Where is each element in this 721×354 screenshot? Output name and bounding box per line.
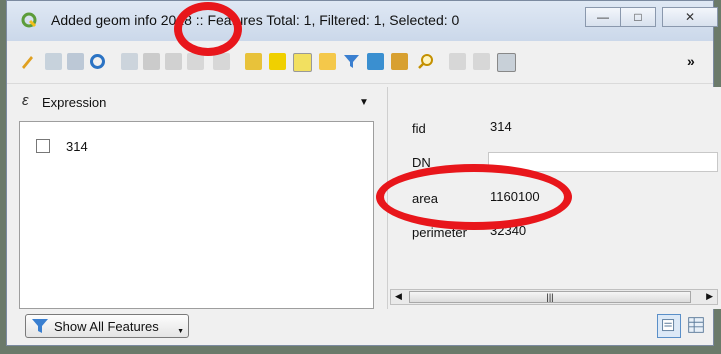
pan-to-icon[interactable] — [391, 53, 408, 70]
annotation-circle-area — [376, 164, 572, 230]
chevron-down-icon: ▼ — [177, 328, 184, 335]
form-row-fid: fid 314 — [412, 117, 512, 139]
field-value-fid[interactable]: 314 — [488, 118, 718, 138]
close-button[interactable]: ✕ — [662, 7, 718, 27]
attribute-table-window: Added geom info 2018 :: Features Total: … — [6, 0, 721, 346]
move-top-icon[interactable] — [367, 53, 384, 70]
feature-checkbox[interactable] — [36, 139, 50, 153]
close-icon: ✕ — [684, 10, 696, 24]
scroll-left-icon[interactable]: ◀ — [395, 291, 402, 302]
paste-icon[interactable] — [213, 53, 230, 70]
minimize-icon: — — [597, 10, 609, 24]
maximize-icon: □ — [634, 10, 642, 24]
form-view-button[interactable] — [657, 314, 681, 338]
feature-label: 314 — [66, 138, 88, 154]
scrollbar-thumb[interactable]: ||| — [409, 291, 691, 303]
form-view-icon — [662, 319, 675, 332]
edit-pencil-icon[interactable] — [19, 53, 36, 70]
paste-rows-icon[interactable] — [473, 53, 490, 70]
reload-icon[interactable] — [89, 53, 106, 70]
delete-icon[interactable] — [143, 53, 160, 70]
feature-list-panel: ε Expression ▼ 314 — [19, 87, 374, 309]
save-icon[interactable] — [67, 53, 84, 70]
toolbar: » — [7, 41, 713, 84]
show-all-features-button[interactable]: Show All Features ▼ — [25, 314, 189, 338]
toolbar-overflow-button[interactable]: » — [687, 53, 695, 69]
list-item[interactable]: 314 — [36, 136, 88, 156]
cut-icon[interactable] — [165, 53, 182, 70]
table-view-icon — [688, 317, 704, 333]
feature-list: 314 — [19, 121, 374, 309]
field-calculator-icon[interactable] — [497, 53, 516, 72]
chevron-down-icon: ▼ — [359, 97, 369, 108]
annotation-circle-year — [174, 2, 242, 56]
filter-icon — [32, 319, 48, 333]
window-title: Added geom info 2018 :: Features Total: … — [51, 12, 460, 28]
table-view-button[interactable] — [685, 314, 709, 338]
scroll-right-icon[interactable]: ▶ — [706, 291, 713, 302]
title-bar: Added geom info 2018 :: Features Total: … — [7, 1, 718, 41]
expression-icon: ε — [22, 92, 29, 109]
select-all-icon[interactable] — [269, 53, 286, 70]
deselect-icon[interactable] — [319, 53, 336, 70]
maximize-button[interactable]: □ — [620, 7, 656, 27]
field-label-fid: fid — [412, 120, 426, 136]
bottom-bar: Show All Features ▼ — [7, 311, 713, 345]
add-feature-icon[interactable] — [121, 53, 138, 70]
qgis-logo-icon — [21, 12, 37, 28]
zoom-to-icon[interactable] — [417, 53, 434, 70]
minimize-button[interactable]: — — [585, 7, 621, 27]
display-expression-selector[interactable]: ε Expression ▼ — [19, 87, 374, 121]
invert-selection-icon[interactable] — [293, 53, 312, 72]
filter-icon[interactable] — [343, 53, 360, 70]
expression-select-icon[interactable] — [245, 53, 262, 70]
display-expression-label: Expression — [42, 95, 107, 110]
show-all-features-label: Show All Features — [54, 318, 159, 334]
copy-rows-icon[interactable] — [449, 53, 466, 70]
horizontal-scrollbar[interactable]: ◀ ||| ▶ — [390, 289, 718, 305]
toggle-edit-icon[interactable] — [45, 53, 62, 70]
